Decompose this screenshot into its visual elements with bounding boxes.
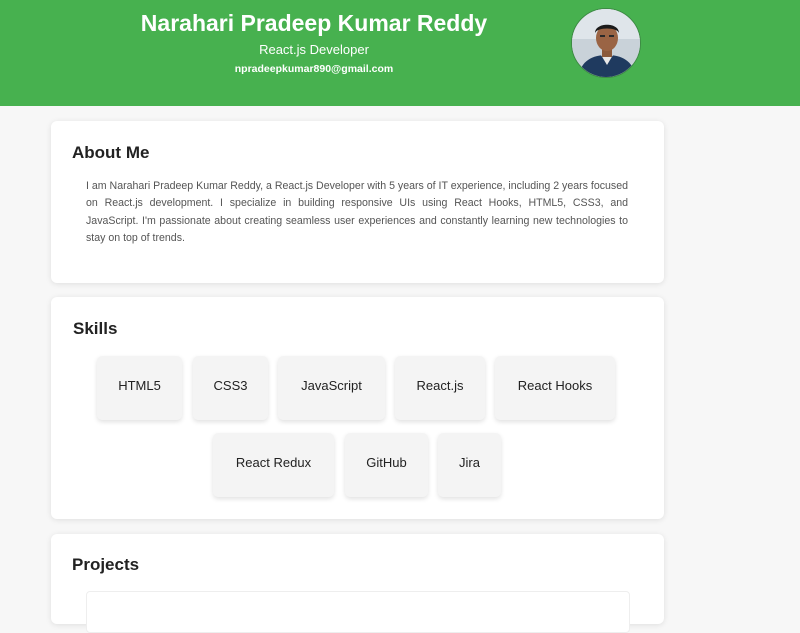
projects-title: Projects	[72, 555, 140, 574]
projects-card: Projects	[51, 534, 664, 633]
about-text: I am Narahari Pradeep Kumar Reddy, a Rea…	[86, 180, 628, 245]
about-title: About Me	[72, 143, 150, 162]
skill-chip-reactjs: React.js	[395, 356, 485, 420]
profile-header: Narahari Pradeep Kumar Reddy React.js De…	[0, 0, 800, 106]
skill-chip-css3: CSS3	[193, 356, 268, 420]
avatar	[571, 8, 641, 78]
profile-email: npradeepkumar890@gmail.com	[234, 63, 394, 75]
profile-info: Narahari Pradeep Kumar Reddy React.js De…	[0, 8, 628, 76]
skill-chip-react-redux: React Redux	[213, 433, 334, 497]
skill-chip-github: GitHub	[345, 433, 428, 497]
skills-card: Skills HTML5 CSS3 JavaScript React.js Re…	[51, 297, 664, 519]
project-item	[86, 591, 630, 633]
skill-chip-html5: HTML5	[97, 356, 182, 420]
about-card: About Me I am Narahari Pradeep Kumar Red…	[51, 121, 664, 283]
profile-name: Narahari Pradeep Kumar Reddy	[140, 10, 488, 36]
avatar-photo-icon	[572, 9, 640, 77]
skills-title: Skills	[73, 319, 118, 338]
skill-chip-react-hooks: React Hooks	[495, 356, 615, 420]
skill-chip-javascript: JavaScript	[278, 356, 385, 420]
skill-chip-jira: Jira	[438, 433, 501, 497]
profile-role: React.js Developer	[259, 42, 369, 57]
